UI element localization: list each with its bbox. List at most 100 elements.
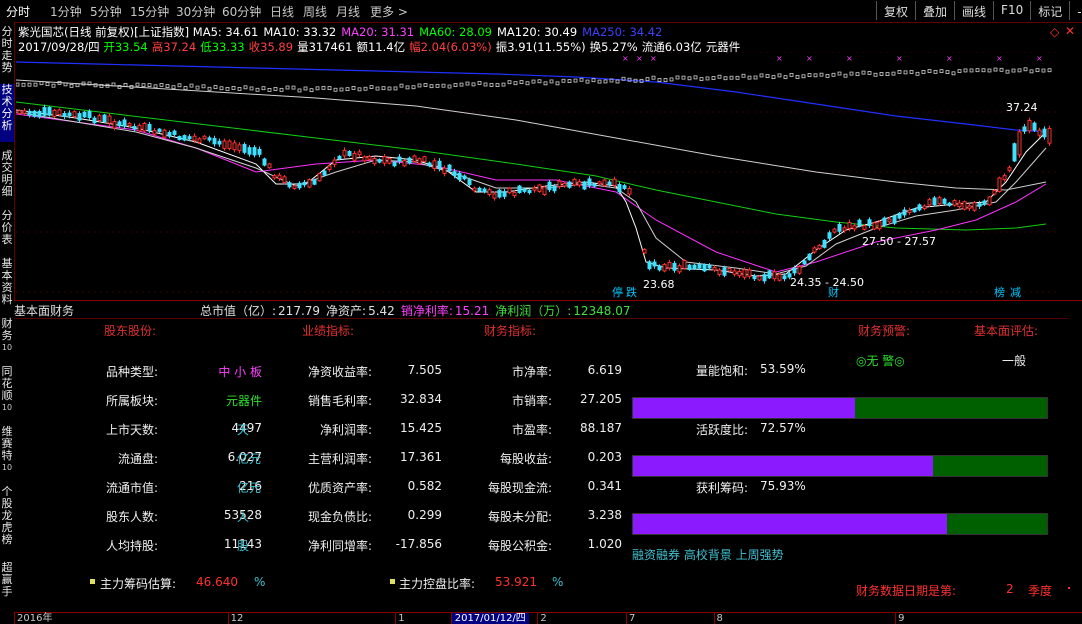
- vtab-weisaite[interactable]: 维赛特 10: [0, 426, 14, 476]
- candle-body: [232, 142, 237, 151]
- index-point: [867, 71, 872, 75]
- index-point: [51, 83, 56, 88]
- vtab-dragon-tiger[interactable]: 个股龙虎榜: [0, 486, 14, 552]
- index-point: [33, 82, 38, 87]
- add-watchlist-button[interactable]: - 自选: [1069, 1, 1082, 20]
- summary-value: 5.42: [368, 304, 395, 318]
- candle-body: [892, 215, 897, 224]
- index-point: [249, 86, 254, 91]
- index-point: [741, 73, 746, 78]
- period-tab-daily[interactable]: 日线: [270, 3, 294, 20]
- overlay-button[interactable]: 叠加: [915, 1, 954, 20]
- candle-body: [822, 239, 827, 248]
- candle-body: [602, 179, 607, 187]
- high-price-label: 37.24: [1006, 101, 1038, 114]
- candle-body: [837, 223, 842, 232]
- period-tab-1min[interactable]: 1分钟: [50, 3, 82, 20]
- candle-body: [857, 219, 862, 227]
- index-point: [459, 82, 464, 87]
- period-tab-more[interactable]: 更多 >: [370, 3, 408, 20]
- meter-bar: [632, 397, 1048, 419]
- draw-line-button[interactable]: 画线: [954, 1, 993, 20]
- index-overlay-line: × × × × × × × × × ×: [16, 54, 1052, 93]
- date-axis[interactable]: 2016年 12 1 2017/01/12/四 2 7 8 9: [14, 612, 1082, 624]
- period-tab-weekly[interactable]: 周线: [303, 3, 327, 20]
- meter-fill: [633, 398, 855, 418]
- candle-body: [1042, 128, 1047, 138]
- event-tag-reduce[interactable]: 减: [1010, 286, 1021, 298]
- period-toolbar: 分时 1分钟 5分钟 15分钟 30分钟 60分钟 日线 周线 月线 更多 > …: [0, 0, 1082, 23]
- candle-body: [272, 175, 277, 179]
- candle-body: [482, 188, 487, 193]
- index-point: [537, 79, 542, 84]
- event-tag-drop[interactable]: 跌: [626, 285, 637, 298]
- vtab-technical[interactable]: 技术分析: [0, 84, 14, 142]
- vtab-fenshi[interactable]: 分时走势: [0, 26, 14, 78]
- period-tab-60min[interactable]: 60分钟: [222, 3, 261, 20]
- control-ratio-value: 53.921: [495, 575, 537, 589]
- candle-body: [137, 124, 142, 132]
- metric-label: 净资收益率:: [307, 365, 372, 379]
- close-icon[interactable]: ✕: [1065, 24, 1075, 38]
- candle-body: [52, 109, 57, 117]
- mark-button[interactable]: 标记: [1030, 1, 1069, 20]
- vtab-trade-detail[interactable]: 成交明细: [0, 150, 14, 204]
- restore-rights-button[interactable]: 复权: [876, 1, 915, 20]
- vtab-label: 技术分析: [1, 83, 13, 132]
- index-point: [897, 70, 902, 74]
- period-tab-15min[interactable]: 15分钟: [130, 3, 169, 20]
- candle-body: [142, 122, 147, 132]
- vtab-chaoying[interactable]: 超赢手: [0, 562, 14, 610]
- kline-chart[interactable]: × × × × × × × × × × 37.24 23.68 24.35 - 24.50 27.…: [16, 52, 1056, 298]
- index-point: [513, 81, 518, 86]
- period-tab-fenshi[interactable]: 分时: [6, 3, 30, 20]
- ma-legend: MA5: 34.61 MA10: 33.32 MA20: 31.31 MA60: 28…: [193, 25, 668, 39]
- candle-body: [882, 217, 887, 226]
- period-tab-monthly[interactable]: 月线: [336, 3, 360, 20]
- candle-body: [1037, 129, 1042, 136]
- index-point: [159, 83, 164, 87]
- period-tab-30min[interactable]: 30分钟: [176, 3, 215, 20]
- metric-label: 现金负债比:: [307, 510, 372, 524]
- f10-button[interactable]: F10: [993, 1, 1030, 20]
- event-tag-list[interactable]: 榜: [994, 285, 1005, 298]
- candle-body: [657, 265, 662, 271]
- candle-body: [667, 262, 672, 269]
- candle-body: [412, 155, 417, 162]
- index-point: [603, 79, 608, 84]
- diamond-icon[interactable]: ◇: [1050, 25, 1059, 39]
- candle-body: [527, 189, 532, 194]
- index-point: [291, 85, 296, 90]
- index-point: [285, 85, 290, 90]
- vtab-finance[interactable]: 财务 10: [0, 318, 14, 354]
- index-point: [189, 83, 194, 88]
- panel-title[interactable]: 基本面财务: [14, 302, 74, 319]
- meter-value: 75.93%: [760, 479, 806, 493]
- candle-body: [392, 161, 397, 167]
- vtab-basic-info[interactable]: 基本资料: [0, 258, 14, 310]
- vtab-price-table[interactable]: 分价表: [0, 210, 14, 252]
- marker-x-icon: ×: [896, 54, 903, 63]
- index-point: [363, 86, 368, 91]
- date-tick: 9: [895, 613, 904, 624]
- candle-body: [812, 247, 817, 253]
- metric-label: 每股收益:: [499, 452, 552, 466]
- vtab-tonghuashun[interactable]: 同花顺 10: [0, 366, 14, 416]
- candle-body: [957, 202, 962, 208]
- vtab-label: 维赛特: [1, 425, 13, 462]
- date-tick: 2: [537, 613, 547, 624]
- metric-value: 中 小 板: [218, 365, 262, 379]
- index-point: [927, 69, 932, 73]
- candle-body: [252, 147, 257, 156]
- marker-x-icon: ×: [776, 54, 783, 63]
- event-tag-finance[interactable]: 财: [828, 285, 839, 298]
- summary-label: 总市值（亿）:: [200, 304, 277, 318]
- candle-body: [122, 119, 127, 127]
- meter-label: 获利筹码:: [696, 481, 749, 495]
- period-tab-5min[interactable]: 5分钟: [90, 3, 122, 20]
- candle-body: [947, 202, 952, 206]
- event-tag-halt[interactable]: 停: [612, 285, 623, 298]
- candle-body: [572, 178, 577, 186]
- index-point: [771, 75, 776, 80]
- candle-body: [342, 149, 347, 157]
